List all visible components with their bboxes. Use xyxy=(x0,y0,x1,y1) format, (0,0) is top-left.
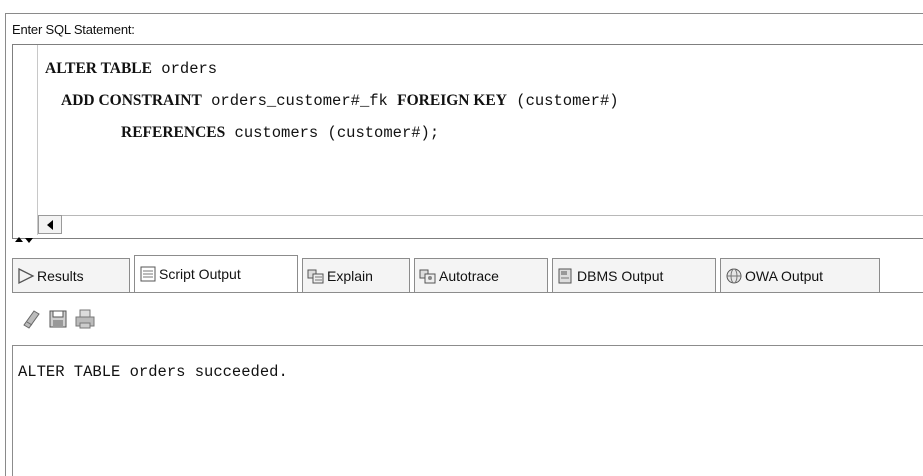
tab-label: Script Output xyxy=(159,266,241,282)
editor-label: Enter SQL Statement: xyxy=(12,22,135,37)
output-message: ALTER TABLE orders succeeded. xyxy=(18,363,288,381)
sql-keyword: REFERENCES xyxy=(121,124,226,141)
sql-keyword: ADD CONSTRAINT xyxy=(61,92,202,109)
code-line-1: ALTER TABLE orders xyxy=(45,60,217,78)
sql-text: (customer#) xyxy=(506,92,619,110)
splitter-arrows-icon xyxy=(15,237,33,243)
tab-results[interactable]: Results xyxy=(12,258,130,292)
output-toolbar xyxy=(12,298,923,342)
sql-keyword: ALTER TABLE xyxy=(45,60,152,77)
play-icon xyxy=(17,267,35,285)
tab-explain[interactable]: Explain xyxy=(302,258,410,292)
tab-script-output[interactable]: Script Output xyxy=(134,255,298,292)
tabs-divider xyxy=(12,292,923,293)
scroll-left-button[interactable] xyxy=(38,215,62,234)
tab-label: Explain xyxy=(327,267,373,284)
eraser-icon[interactable] xyxy=(20,308,42,330)
tab-autotrace[interactable]: Autotrace xyxy=(414,258,548,292)
tab-label: Autotrace xyxy=(439,267,499,284)
tab-label: OWA Output xyxy=(745,267,824,284)
tab-label: DBMS Output xyxy=(577,267,664,284)
sql-text: orders xyxy=(151,60,218,78)
script-icon xyxy=(139,265,157,283)
tab-label: Results xyxy=(37,267,84,284)
sql-text: customers (customer#); xyxy=(225,124,440,142)
tab-dbms-output[interactable]: DBMS Output xyxy=(552,258,716,292)
dbms-icon xyxy=(557,267,575,285)
editor-gutter xyxy=(37,45,38,235)
explain-icon xyxy=(307,267,325,285)
sql-keyword: FOREIGN KEY xyxy=(397,92,507,109)
code-line-2: ADD CONSTRAINT orders_customer#_fk FOREI… xyxy=(61,92,619,110)
code-line-3: REFERENCES customers (customer#); xyxy=(121,124,439,142)
print-icon[interactable] xyxy=(74,308,96,330)
owa-icon xyxy=(725,267,743,285)
autotrace-icon xyxy=(419,267,437,285)
horizontal-scrollbar[interactable] xyxy=(38,215,923,235)
splitter-arrows[interactable] xyxy=(14,237,36,248)
sql-text: orders_customer#_fk xyxy=(201,92,398,110)
arrow-left-icon xyxy=(47,219,53,230)
save-icon[interactable] xyxy=(47,308,69,330)
tab-owa-output[interactable]: OWA Output xyxy=(720,258,880,292)
